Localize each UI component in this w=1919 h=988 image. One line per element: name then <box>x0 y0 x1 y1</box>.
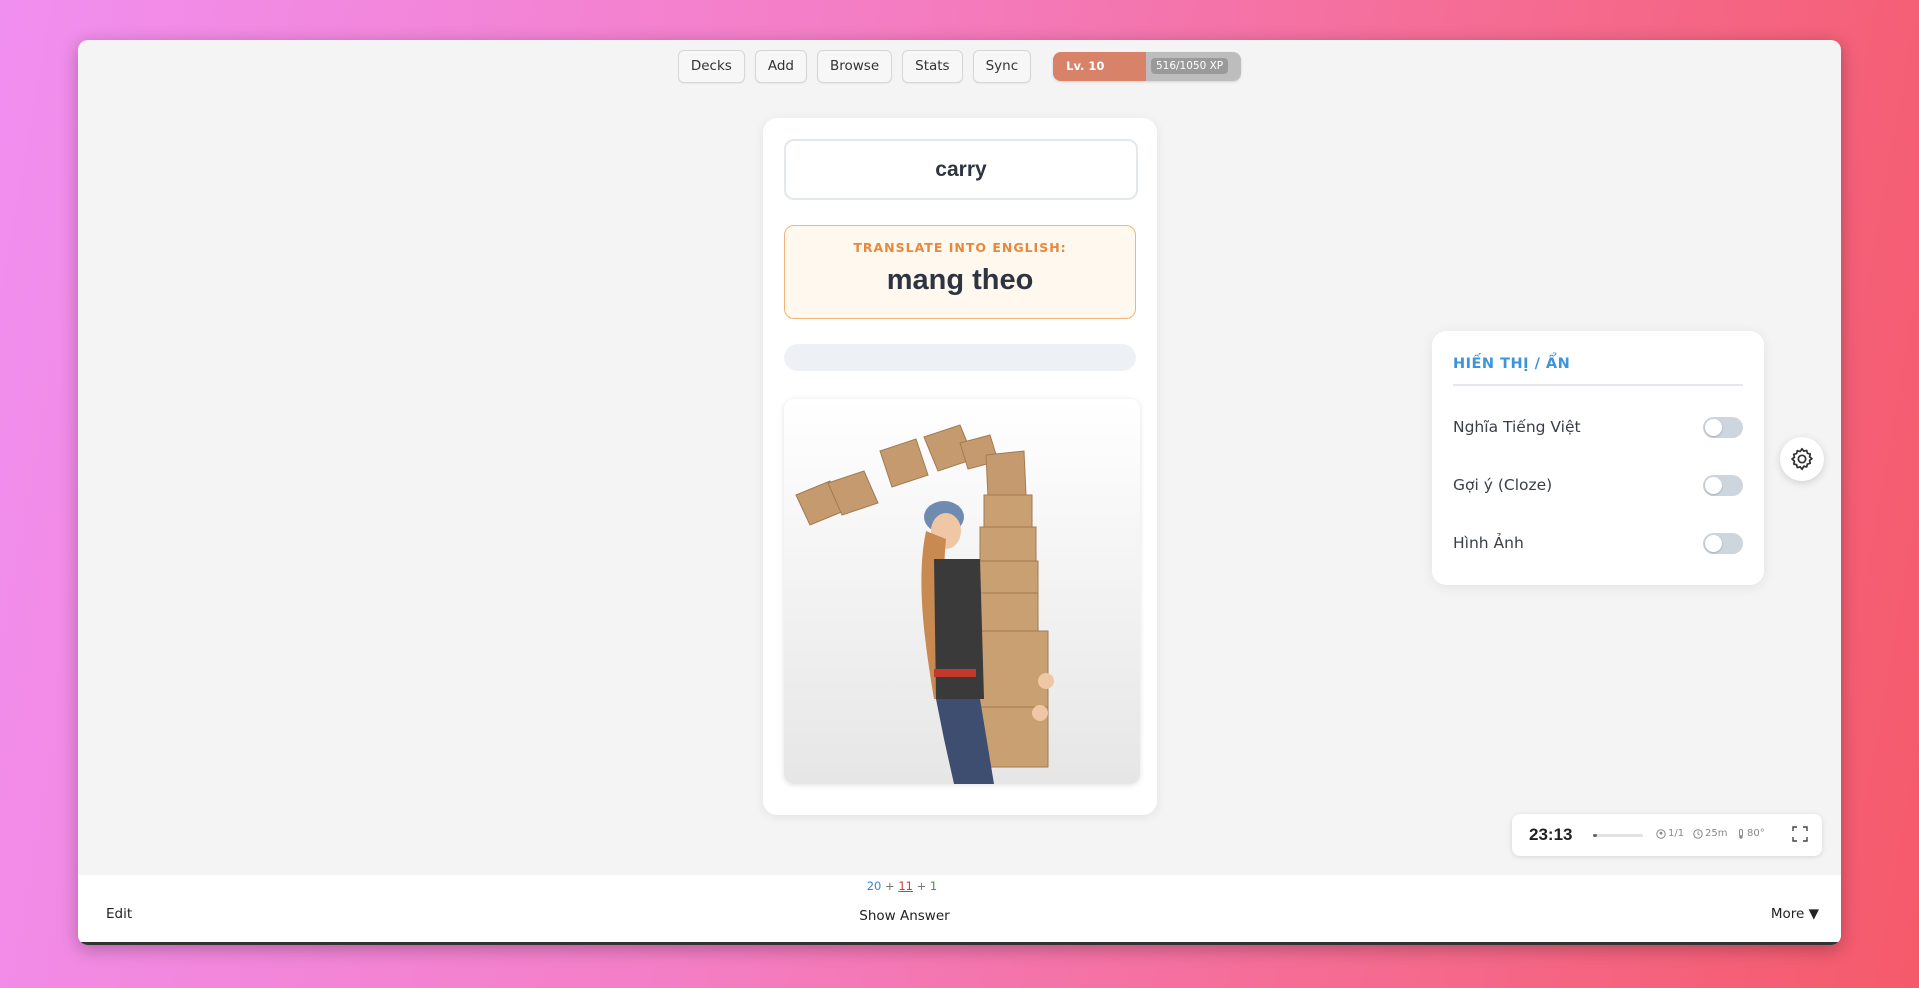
app-window: Decks Add Browse Stats Sync Lv. 10 516/1… <box>78 40 1841 945</box>
thermometer-icon <box>1739 828 1743 839</box>
toggle-meaning[interactable] <box>1703 416 1743 438</box>
stat-duration-value: 25m <box>1705 828 1728 839</box>
level-label: Lv. 10 <box>1066 58 1105 73</box>
decks-button[interactable]: Decks <box>677 49 745 83</box>
study-timer-widget: 23:13 1/1 25m 80° <box>1512 814 1822 856</box>
stats-button[interactable]: Stats <box>902 49 963 83</box>
toggle-label-image: Hình Ảnh <box>1453 534 1524 552</box>
fullscreen-icon <box>1792 826 1808 842</box>
settings-button[interactable] <box>1780 437 1824 481</box>
woman-carrying-boxes-image <box>784 399 1140 784</box>
timer-progress-fill <box>1593 834 1597 837</box>
plus-sign: + <box>885 879 895 893</box>
toggle-label-cloze: Gợi ý (Cloze) <box>1453 476 1553 494</box>
add-button[interactable]: Add <box>754 49 807 83</box>
flashcard: carry TRANSLATE INTO ENGLISH: mang theo <box>763 118 1157 815</box>
top-toolbar: Decks Add Browse Stats Sync Lv. 10 516/1… <box>78 49 1841 83</box>
review-count: 1 <box>929 879 938 893</box>
toggle-label-meaning: Nghĩa Tiếng Việt <box>1453 418 1581 436</box>
card-counts: 20 + 11 + 1 <box>78 879 1841 893</box>
new-count: 20 <box>866 879 882 893</box>
toggle-row-cloze: Gợi ý (Cloze) <box>1453 470 1743 500</box>
person-circle-icon <box>1656 828 1666 839</box>
stat-temperature-value: 80° <box>1747 828 1765 839</box>
answer-input[interactable]: carry <box>784 139 1138 200</box>
sync-button[interactable]: Sync <box>972 49 1032 83</box>
hint-bar <box>784 344 1136 371</box>
stat-session-value: 1/1 <box>1668 828 1685 839</box>
xp-count: 516/1050 XP <box>1150 57 1229 74</box>
stat-duration: 25m <box>1693 828 1727 839</box>
gear-icon <box>1791 447 1813 471</box>
toggle-row-meaning: Nghĩa Tiếng Việt <box>1453 412 1743 442</box>
fullscreen-button[interactable] <box>1792 826 1808 846</box>
stat-temperature: 80° <box>1737 828 1765 839</box>
prompt-box: TRANSLATE INTO ENGLISH: mang theo <box>784 225 1136 319</box>
show-answer-button[interactable]: Show Answer <box>78 908 1841 924</box>
browse-button[interactable]: Browse <box>816 49 893 83</box>
timer-progress-track <box>1593 834 1643 837</box>
stat-session: 1/1 <box>1656 828 1684 839</box>
panel-divider <box>1453 384 1743 386</box>
toggle-image[interactable] <box>1703 532 1743 554</box>
learn-count: 11 <box>898 879 913 893</box>
bottom-edge <box>78 942 1841 945</box>
panel-title: HIẾN THỊ / ẨN <box>1453 356 1571 372</box>
visibility-panel: HIẾN THỊ / ẨN Nghĩa Tiếng Việt Gợi ý (Cl… <box>1432 331 1764 585</box>
prompt-label: TRANSLATE INTO ENGLISH: <box>853 240 1067 255</box>
card-image <box>784 399 1140 784</box>
bottom-bar: 20 + 11 + 1 Edit Show Answer More ▼ <box>78 875 1841 945</box>
plus-sign: + <box>916 879 927 893</box>
timer-time: 23:13 <box>1529 825 1573 844</box>
more-button[interactable]: More ▼ <box>1771 906 1819 922</box>
xp-progress-bar: Lv. 10 516/1050 XP <box>1053 51 1242 81</box>
clock-icon <box>1693 828 1703 839</box>
prompt-word: mang theo <box>886 264 1034 296</box>
toggle-row-image: Hình Ảnh <box>1453 528 1743 558</box>
toggle-cloze[interactable] <box>1703 474 1743 496</box>
